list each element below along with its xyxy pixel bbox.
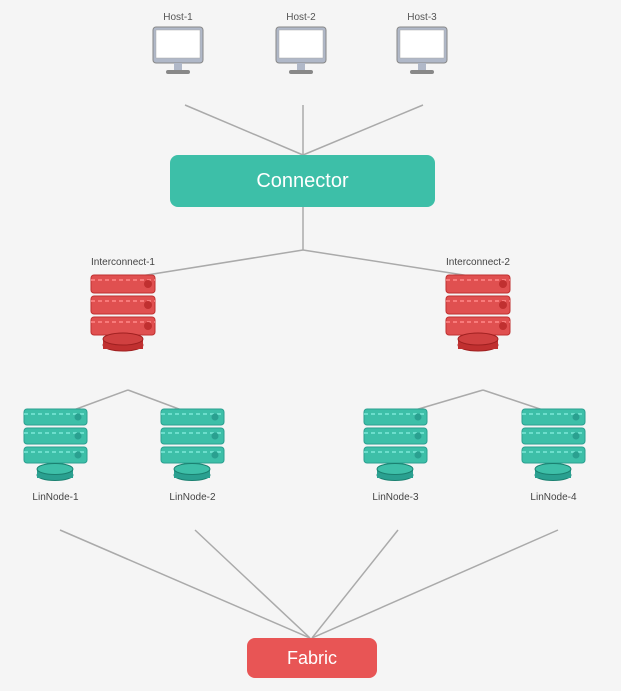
ssrv3-label: LinNode-3 <box>372 492 418 503</box>
fabric-label: Fabric <box>287 648 337 669</box>
connector-box: Connector <box>170 155 435 207</box>
computer-2-icon <box>271 25 331 80</box>
ssrv4-label: LinNode-4 <box>530 492 576 503</box>
small-server-4-group: LinNode-4 <box>516 405 591 503</box>
comp1-top-label: Host-1 <box>163 12 192 23</box>
large-server-2-group: Interconnect-2 <box>438 255 518 360</box>
computer-1-group: Host-1 <box>148 10 208 80</box>
small-server-3-group: LinNode-3 <box>358 405 433 503</box>
comp3-top-label: Host-3 <box>407 12 436 23</box>
small-server-3-icon <box>358 405 433 490</box>
large-server-2-icon <box>438 270 518 360</box>
comp2-top-label: Host-2 <box>286 12 315 23</box>
connector-label: Connector <box>256 170 348 193</box>
small-server-4-icon <box>516 405 591 490</box>
small-server-1-group: LinNode-1 <box>18 405 93 503</box>
computer-1-icon <box>148 25 208 80</box>
lsrv1-label: Interconnect-1 <box>91 257 155 268</box>
computer-3-icon <box>392 25 452 80</box>
small-server-2-icon <box>155 405 230 490</box>
diagram: Host-1 Host-2 Host-3 Connector <box>0 0 621 691</box>
ssrv1-label: LinNode-1 <box>32 492 78 503</box>
lsrv2-label: Interconnect-2 <box>446 257 510 268</box>
small-server-2-group: LinNode-2 <box>155 405 230 503</box>
large-server-1-icon <box>83 270 163 360</box>
large-server-1-group: Interconnect-1 <box>83 255 163 360</box>
small-server-1-icon <box>18 405 93 490</box>
computer-2-group: Host-2 <box>271 10 331 80</box>
computer-3-group: Host-3 <box>392 10 452 80</box>
fabric-box: Fabric <box>247 638 377 678</box>
ssrv2-label: LinNode-2 <box>169 492 215 503</box>
